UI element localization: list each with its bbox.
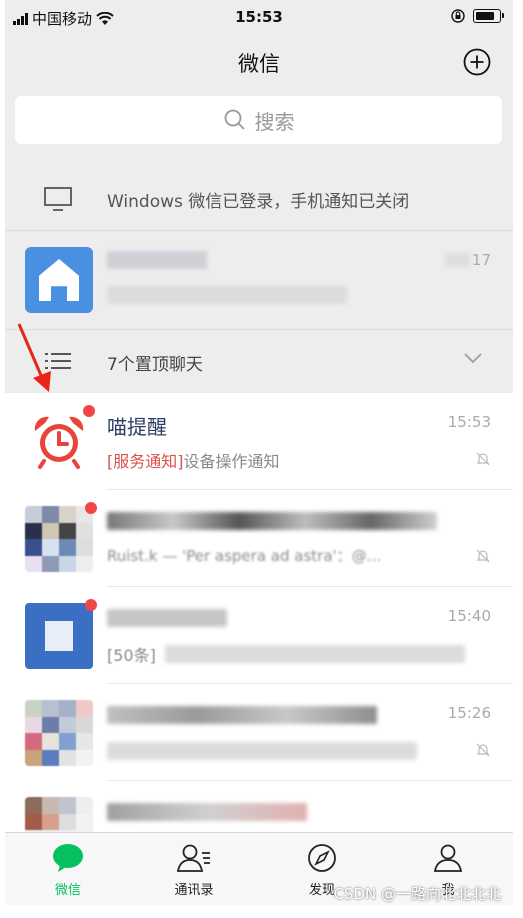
- redacted-name: [107, 609, 227, 627]
- battery-icon: [473, 9, 504, 23]
- unread-badge: [83, 405, 95, 417]
- chat-name: 喵提醒: [107, 415, 167, 439]
- alarm-clock-icon: [34, 416, 84, 469]
- redacted-name: [107, 706, 377, 724]
- search-placeholder: 搜索: [254, 109, 295, 134]
- redacted-name: [107, 512, 437, 530]
- redacted-preview: [107, 286, 347, 304]
- page-title: 微信: [238, 52, 280, 76]
- chat-item[interactable]: Ruist.k — 'Per aspera ad astra'：@…: [5, 490, 513, 587]
- chat-time: 17: [471, 251, 491, 269]
- unread-badge: [85, 599, 97, 611]
- bottom-tab-bar: 微信 通讯录 发现 我 CSDN @一路向北北北北: [5, 832, 513, 905]
- mute-bell-icon: [476, 743, 490, 757]
- redacted-name: [107, 803, 307, 821]
- avatar: [25, 506, 93, 572]
- tab-label: 通讯录: [174, 883, 214, 898]
- tab-label: 微信: [54, 883, 81, 898]
- pinned-chat-item[interactable]: 17: [5, 231, 513, 330]
- mute-bell-icon: [476, 549, 490, 563]
- desktop-monitor-icon: [44, 187, 72, 211]
- windows-login-notice[interactable]: Windows 微信已登录，手机通知已关闭: [5, 166, 513, 231]
- redacted-preview: [107, 742, 417, 760]
- search-icon: [224, 109, 245, 130]
- chat-bubble-icon: [53, 844, 83, 872]
- unread-badge: [85, 502, 97, 514]
- avatar: [25, 603, 93, 669]
- chat-item[interactable]: 15:26: [5, 684, 513, 781]
- tab-contacts[interactable]: 通讯录: [149, 843, 239, 898]
- chat-preview: [服务通知]设备操作通知: [107, 448, 280, 472]
- chat-item-miao-reminder[interactable]: 喵提醒 [服务通知]设备操作通知 15:53: [5, 393, 513, 490]
- chat-time: 15:40: [447, 607, 491, 625]
- chat-preview: Ruist.k — 'Per aspera ad astra'：@…: [107, 547, 382, 565]
- watermark: CSDN @一路向北北北北: [333, 885, 501, 903]
- windows-notice-text: Windows 微信已登录，手机通知已关闭: [107, 192, 410, 212]
- chat-preview-text: 设备操作通知: [183, 452, 280, 471]
- add-plus-icon[interactable]: [463, 48, 491, 76]
- status-bar: 中国移动 15:53: [5, 0, 513, 36]
- wechat-screen: 中国移动 15:53 微信 搜索 Windows 微信已登录，手机通知已关闭 1…: [5, 0, 513, 905]
- search-bar[interactable]: 搜索: [15, 96, 502, 144]
- service-tag: [服务通知]: [107, 452, 184, 471]
- chat-time: 15:53: [447, 413, 491, 431]
- tab-chats[interactable]: 微信: [23, 843, 113, 898]
- pinned-chats-folder[interactable]: 7个置顶聊天: [5, 330, 513, 394]
- annotation-arrow: [17, 323, 51, 392]
- title-bar: 微信: [5, 36, 513, 90]
- orientation-lock-icon: [451, 9, 465, 23]
- chat-time: 15:26: [447, 704, 491, 722]
- contacts-icon: [176, 844, 210, 872]
- status-time: 15:53: [235, 8, 283, 26]
- chat-preview: [50条]: [107, 646, 156, 665]
- compass-icon: [308, 844, 336, 872]
- mute-bell-icon: [476, 452, 490, 466]
- chat-item[interactable]: [50条] 15:40: [5, 587, 513, 684]
- redacted-name: [107, 251, 207, 269]
- chevron-down-icon: [464, 353, 482, 364]
- pinned-chats-label: 7个置顶聊天: [107, 355, 203, 375]
- avatar: [25, 700, 93, 766]
- person-icon: [433, 844, 463, 872]
- avatar: [25, 247, 93, 313]
